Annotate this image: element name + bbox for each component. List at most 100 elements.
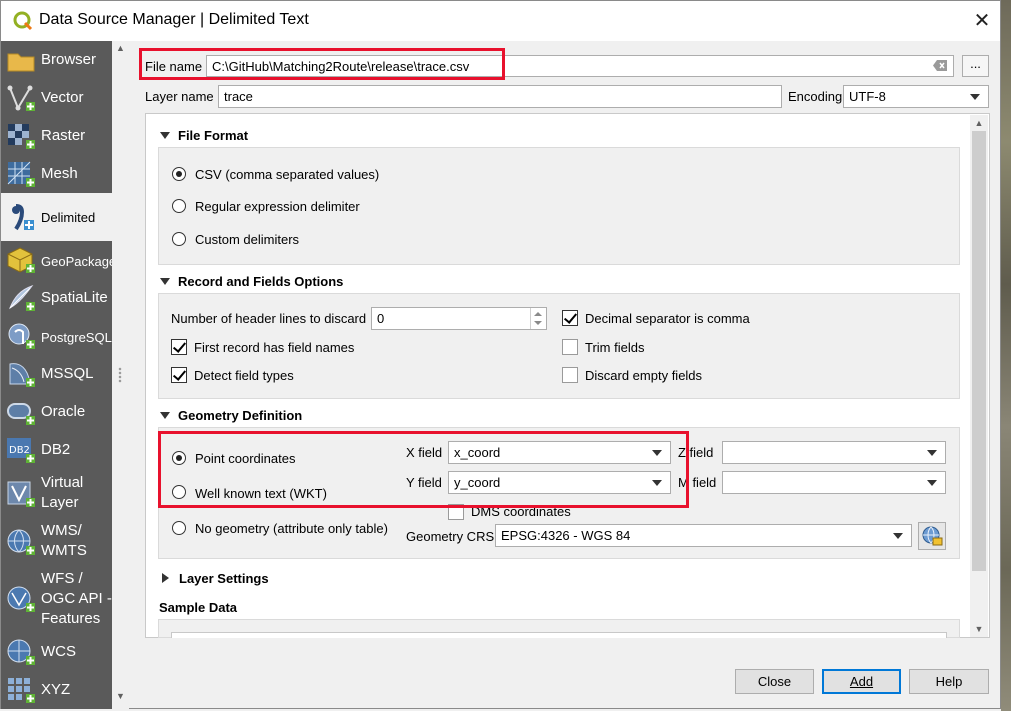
scroll-down-icon[interactable]: ▼ xyxy=(114,691,127,705)
title-bar: Data Source Manager | Delimited Text ✕ xyxy=(1,1,1000,41)
layer-name-label: Layer name xyxy=(145,89,214,104)
point-coordinates-label: Point coordinates xyxy=(195,451,296,466)
decimal-comma-checkbox[interactable] xyxy=(562,310,578,326)
clear-icon[interactable] xyxy=(933,60,947,71)
delimited-text-icon xyxy=(12,204,34,231)
mesh-icon xyxy=(7,161,35,187)
header-lines-label: Number of header lines to discard xyxy=(171,311,367,326)
sidebar-item-spatialite[interactable]: SpatiaLite xyxy=(1,279,112,317)
sample-data-table[interactable] xyxy=(171,632,947,638)
first-record-checkbox[interactable] xyxy=(171,339,187,355)
layer-name-input[interactable]: trace xyxy=(218,85,782,108)
sidebar-item-xyz[interactable]: XYZ xyxy=(1,671,112,709)
chevron-down-icon xyxy=(652,450,662,456)
csv-radio-label: CSV (comma separated values) xyxy=(195,167,380,182)
sidebar-item-label: GeoPackage xyxy=(41,254,117,269)
trim-fields-checkbox[interactable] xyxy=(562,339,578,355)
globe-icon xyxy=(922,526,943,546)
scroll-down-icon[interactable]: ▼ xyxy=(970,621,988,637)
geometry-crs-value: EPSG:4326 - WGS 84 xyxy=(501,528,631,543)
chevron-down-icon xyxy=(652,480,662,486)
raster-icon xyxy=(8,124,35,149)
file-format-header[interactable]: File Format xyxy=(160,128,248,143)
sidebar-item-label: Delimited xyxy=(41,210,96,225)
file-name-input[interactable]: C:\GitHub\Matching2Route\release\trace.c… xyxy=(206,55,954,77)
x-field-value: x_coord xyxy=(454,445,501,460)
chevron-down-icon xyxy=(970,94,980,100)
sidebar-item-mesh[interactable]: Mesh xyxy=(1,155,112,193)
sidebar-item-wfs[interactable]: WFS / OGC API - Features xyxy=(1,570,112,627)
sidebar-item-geopackage[interactable]: GeoPackage xyxy=(1,241,116,279)
crs-selector-button[interactable] xyxy=(918,522,946,550)
add-button[interactable]: Add xyxy=(822,669,901,694)
close-window-icon[interactable]: ✕ xyxy=(967,5,997,37)
no-geometry-radio[interactable] xyxy=(172,521,186,535)
sidebar-item-wcs[interactable]: WCS xyxy=(1,633,112,671)
record-options-header[interactable]: Record and Fields Options xyxy=(160,274,343,289)
geometry-header[interactable]: Geometry Definition xyxy=(160,408,302,423)
sidebar-item-oracle[interactable]: Oracle xyxy=(1,393,112,431)
sidebar-scrollbar[interactable]: ▲ ▼ xyxy=(112,41,129,709)
sidebar-item-label: SpatiaLite xyxy=(41,289,108,306)
help-button[interactable]: Help xyxy=(909,669,989,694)
encoding-value: UTF-8 xyxy=(849,89,886,104)
discard-empty-checkbox[interactable] xyxy=(562,367,578,383)
header-lines-value: 0 xyxy=(377,311,385,326)
sidebar-item-label: DB2 xyxy=(41,441,71,458)
scroll-up-icon[interactable]: ▲ xyxy=(114,43,127,57)
m-field-select[interactable] xyxy=(722,471,946,494)
sidebar-item-label: WCS xyxy=(41,643,76,660)
discard-empty-label: Discard empty fields xyxy=(585,368,703,383)
sidebar-item-delimited[interactable]: Delimited xyxy=(1,193,112,241)
custom-delimiters-label: Custom delimiters xyxy=(195,232,300,247)
wkt-radio[interactable] xyxy=(172,485,186,499)
spin-arrows-icon xyxy=(534,312,542,325)
sidebar-item-raster[interactable]: Raster xyxy=(1,117,112,155)
decimal-comma-label: Decimal separator is comma xyxy=(585,311,750,326)
expand-down-icon xyxy=(160,412,170,419)
z-field-select[interactable] xyxy=(722,441,946,464)
browse-button[interactable]: ... xyxy=(962,55,989,77)
sidebar-item-db2[interactable]: DB2 DB2 xyxy=(1,431,112,469)
dms-checkbox[interactable] xyxy=(448,504,464,520)
scroll-up-icon[interactable]: ▲ xyxy=(970,115,988,131)
expand-right-icon xyxy=(162,573,169,583)
header-lines-spinbox[interactable]: 0 xyxy=(371,307,547,330)
m-field-label: M field xyxy=(678,475,717,490)
splitter-handle[interactable] xyxy=(118,367,122,383)
sidebar-item-label: XYZ xyxy=(41,681,71,698)
folder-icon xyxy=(7,53,35,72)
sidebar-item-browser[interactable]: Browser xyxy=(1,41,112,79)
detect-types-checkbox[interactable] xyxy=(171,367,187,383)
sidebar-item-virtual-layer[interactable]: Virtual Layer xyxy=(1,471,112,517)
encoding-select[interactable]: UTF-8 xyxy=(843,85,989,108)
custom-delimiters-radio[interactable] xyxy=(172,232,186,246)
file-name-label: File name xyxy=(145,59,203,74)
spin-arrows[interactable] xyxy=(530,308,544,329)
postgresql-icon xyxy=(8,323,35,349)
regex-radio[interactable] xyxy=(172,199,186,213)
point-coordinates-radio[interactable] xyxy=(172,451,186,465)
csv-radio[interactable] xyxy=(172,167,186,181)
chevron-down-icon xyxy=(893,533,903,539)
sidebar-item-vector[interactable]: Vector xyxy=(1,79,112,117)
sidebar-item-label: Mesh xyxy=(41,165,78,182)
spatialite-icon xyxy=(8,285,35,311)
scroll-thumb[interactable] xyxy=(972,131,986,571)
options-scrollbar[interactable]: ▲ ▼ xyxy=(970,115,988,637)
geometry-crs-select[interactable]: EPSG:4326 - WGS 84 xyxy=(495,524,912,547)
sidebar-item-label: MSSQL xyxy=(41,365,94,382)
sidebar-item-wms-wmts[interactable]: WMS/ WMTS xyxy=(1,519,112,565)
y-field-select[interactable]: y_coord xyxy=(448,471,671,494)
x-field-select[interactable]: x_coord xyxy=(448,441,671,464)
layer-settings-header[interactable]: Layer Settings xyxy=(162,571,269,586)
trim-fields-label: Trim fields xyxy=(585,340,645,355)
y-field-value: y_coord xyxy=(454,475,501,490)
sidebar-item-postgresql[interactable]: PostgreSQL xyxy=(1,317,112,355)
sidebar-item-label: Raster xyxy=(41,127,86,144)
vector-icon xyxy=(7,85,35,111)
oracle-icon xyxy=(7,403,35,425)
close-button[interactable]: Close xyxy=(735,669,814,694)
qgis-logo-icon xyxy=(13,11,33,31)
sidebar-item-mssql[interactable]: MSSQL xyxy=(1,355,112,393)
